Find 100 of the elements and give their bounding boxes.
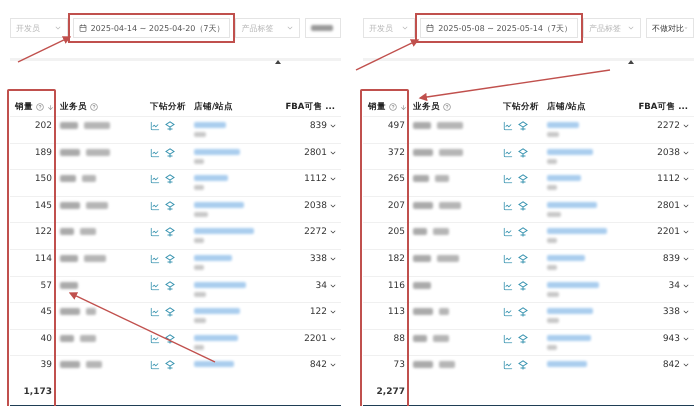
sort-icon[interactable] (47, 104, 54, 111)
table-cell: 2801 (657, 200, 680, 211)
line-chart-icon[interactable] (150, 121, 160, 132)
dropdown-field[interactable]: 产品标签 (583, 18, 641, 38)
drill-down-icon[interactable] (518, 121, 528, 132)
line-chart-icon[interactable] (503, 227, 513, 238)
drill-down-icon[interactable] (165, 227, 175, 238)
drill-down-icon[interactable] (165, 307, 175, 318)
line-chart-icon[interactable] (150, 254, 160, 264)
line-chart-icon[interactable] (503, 280, 513, 291)
drill-down-icon[interactable] (165, 280, 175, 291)
caret-up-icon[interactable] (628, 60, 634, 64)
drill-down-icon[interactable] (518, 360, 528, 370)
drill-down-icon[interactable] (518, 280, 528, 291)
drill-down-icon[interactable] (165, 200, 175, 211)
redacted-text (194, 158, 204, 164)
drill-down-icon[interactable] (518, 148, 528, 158)
redacted-text (433, 228, 449, 236)
dropdown-field[interactable]: 不做对比 (646, 18, 694, 38)
table-cell: 943 (662, 334, 680, 344)
redacted-text (60, 228, 74, 236)
line-chart-icon[interactable] (150, 360, 160, 370)
table-cell-text: 39 (40, 359, 53, 370)
table-cell: 338 (310, 254, 327, 264)
line-chart-icon[interactable] (150, 280, 160, 291)
table-cell: 839 (310, 121, 327, 132)
sort-icon[interactable] (400, 104, 407, 111)
drill-down-icon[interactable] (165, 148, 175, 158)
redacted-text (80, 228, 96, 236)
drill-down-icon[interactable] (518, 227, 528, 238)
table-cell-text: 88 (392, 332, 406, 344)
drill-down-icon[interactable] (165, 334, 175, 344)
drill-down-icon[interactable] (518, 200, 528, 211)
redacted-text (413, 282, 431, 289)
redacted-text (60, 282, 78, 289)
redacted-text (60, 255, 78, 262)
redacted-text (60, 361, 80, 368)
drill-down-icon[interactable] (518, 334, 528, 344)
line-chart-icon[interactable] (503, 360, 513, 370)
drill-down-icon[interactable] (518, 174, 528, 184)
redacted-text (86, 308, 96, 316)
redacted-text (194, 344, 204, 350)
column-header: 销量 (368, 101, 386, 114)
table-cell-text: 57 (40, 280, 53, 291)
dropdown-field[interactable]: 开发员 (363, 18, 416, 38)
line-chart-icon[interactable] (503, 148, 513, 158)
dropdown-field[interactable]: 开发员 (10, 18, 68, 38)
drill-down-icon[interactable] (518, 254, 528, 264)
line-chart-icon[interactable] (150, 174, 160, 184)
redacted-text (60, 148, 80, 156)
redacted-text (547, 238, 557, 244)
line-chart-icon[interactable] (503, 174, 513, 184)
drill-down-icon[interactable] (518, 307, 528, 318)
column-header: FBA可售 ... (638, 101, 688, 114)
line-chart-icon[interactable] (503, 254, 513, 264)
table-cell-text: 202 (34, 120, 53, 132)
redacted-text (60, 308, 80, 316)
chevron-down-icon (54, 24, 62, 32)
column-header: 销量 (15, 101, 33, 114)
help-icon[interactable] (389, 103, 397, 112)
redacted-text (413, 228, 427, 236)
help-icon[interactable] (36, 103, 44, 112)
table-cell: 34 (668, 280, 680, 291)
line-chart-icon[interactable] (150, 227, 160, 238)
table-cell: 34 (316, 280, 327, 291)
help-icon[interactable] (443, 103, 451, 112)
table-cell-text: 205 (386, 226, 406, 238)
line-chart-icon[interactable] (503, 334, 513, 344)
table-cell: 338 (662, 307, 680, 318)
line-chart-icon[interactable] (503, 200, 513, 211)
help-icon[interactable] (90, 103, 98, 112)
drill-down-icon[interactable] (165, 121, 175, 132)
line-chart-icon[interactable] (150, 307, 160, 318)
drill-down-icon[interactable] (165, 174, 175, 184)
redacted-text (435, 175, 449, 182)
calendar-icon (426, 24, 434, 32)
redacted-text (437, 122, 463, 130)
redacted-text (547, 318, 559, 324)
redacted-text (547, 265, 557, 270)
line-chart-icon[interactable] (150, 200, 160, 211)
table-cell-text: 182 (386, 253, 406, 264)
drill-down-icon[interactable] (165, 254, 175, 264)
redacted-text (194, 238, 204, 244)
redacted-text (413, 334, 427, 342)
line-chart-icon[interactable] (150, 334, 160, 344)
caret-up-icon[interactable] (275, 60, 281, 64)
redacted-text (547, 344, 557, 350)
table-cell-text: 207 (386, 200, 406, 211)
line-chart-icon[interactable] (503, 307, 513, 318)
redacted-text (60, 334, 74, 342)
line-chart-icon[interactable] (503, 121, 513, 132)
dropdown-field[interactable]: 产品标签 (235, 18, 300, 38)
drill-down-icon[interactable] (165, 360, 175, 370)
redacted-text (413, 202, 433, 209)
line-chart-icon[interactable] (150, 148, 160, 158)
dropdown-field[interactable] (304, 18, 341, 38)
column-header: 店铺/站点 (194, 101, 234, 114)
table-cell-text: 113 (386, 306, 406, 318)
redacted-text (439, 308, 449, 316)
redacted-text (194, 292, 206, 297)
